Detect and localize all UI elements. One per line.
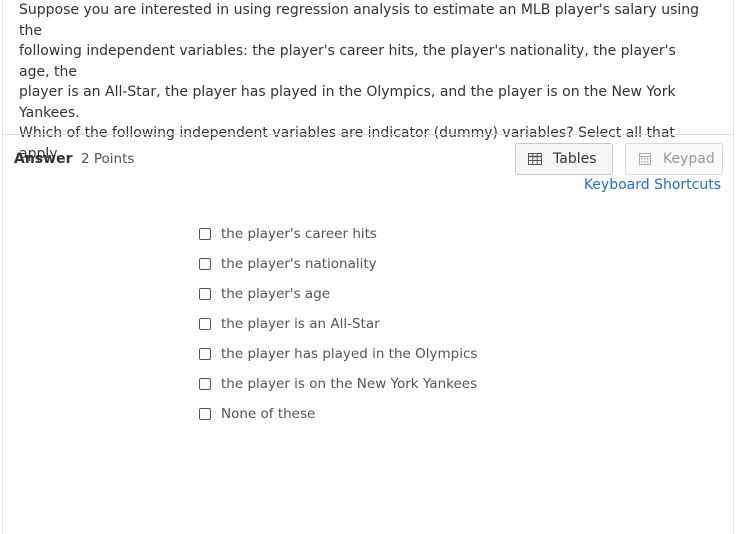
question-panel: Suppose you are interested in using regr…	[2, 0, 734, 534]
question-line: following independent variables: the pla…	[19, 43, 676, 80]
option-age[interactable]: the player's age	[199, 279, 477, 309]
question-text: Suppose you are interested in using regr…	[19, 0, 709, 164]
checkbox[interactable]	[199, 228, 211, 240]
option-label: the player is on the New York Yankees	[221, 376, 478, 392]
option-label: the player is an All-Star	[221, 316, 380, 332]
answer-label: Answer	[14, 151, 73, 167]
option-nationality[interactable]: the player's nationality	[199, 249, 477, 279]
option-none-of-these[interactable]: None of these	[199, 399, 477, 429]
tables-button-label: Tables	[553, 151, 597, 167]
tables-button[interactable]: Tables	[515, 143, 613, 175]
checkbox[interactable]	[199, 348, 211, 360]
option-olympics[interactable]: the player has played in the Olympics	[199, 339, 477, 369]
question-line: player is an All-Star, the player has pl…	[19, 84, 676, 121]
checkbox[interactable]	[199, 258, 211, 270]
checkbox[interactable]	[199, 408, 211, 420]
option-all-star[interactable]: the player is an All-Star	[199, 309, 477, 339]
option-label: the player's career hits	[221, 226, 377, 242]
keypad-button[interactable]: Keypad	[625, 143, 723, 175]
question-line: Suppose you are interested in using regr…	[19, 2, 700, 39]
answer-options: the player's career hits the player's na…	[199, 219, 477, 429]
option-label: the player has played in the Olympics	[221, 346, 478, 362]
option-label: the player's age	[221, 286, 331, 302]
checkbox[interactable]	[199, 378, 211, 390]
section-divider	[3, 134, 733, 135]
option-label: the player's nationality	[221, 256, 377, 272]
checkbox[interactable]	[199, 318, 211, 330]
keyboard-shortcuts-link[interactable]: Keyboard Shortcuts	[584, 177, 721, 193]
calculator-icon	[638, 153, 652, 165]
keypad-button-label: Keypad	[663, 151, 715, 167]
option-label: None of these	[221, 406, 316, 422]
checkbox[interactable]	[199, 288, 211, 300]
table-icon	[528, 153, 542, 165]
points-label: 2 Points	[81, 151, 135, 167]
option-yankees[interactable]: the player is on the New York Yankees	[199, 369, 477, 399]
option-career-hits[interactable]: the player's career hits	[199, 219, 477, 249]
